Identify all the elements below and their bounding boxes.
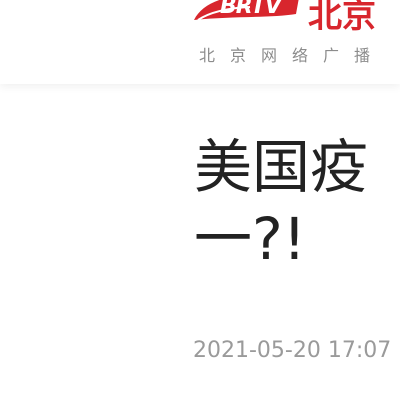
site-tagline: 北京网络广播 (199, 46, 386, 65)
site-header: BRTV 北京 北京网络广播 (0, 0, 400, 84)
article-title-line-2: 一?! (194, 205, 307, 273)
article-title: 美国疫 一?! (194, 131, 400, 275)
brtv-logo-badge: BRTV (192, 0, 302, 24)
article-page: BRTV 北京 北京网络广播 美国疫 一?! 2021-05-20 17:07 (0, 0, 400, 400)
logo-chinese-text: 北京 (308, 0, 376, 36)
article-title-line-1: 美国疫 (194, 133, 369, 201)
site-logo[interactable]: BRTV (192, 0, 302, 24)
article-timestamp: 2021-05-20 17:07 (193, 338, 392, 363)
logo-text: BRTV (220, 0, 282, 19)
